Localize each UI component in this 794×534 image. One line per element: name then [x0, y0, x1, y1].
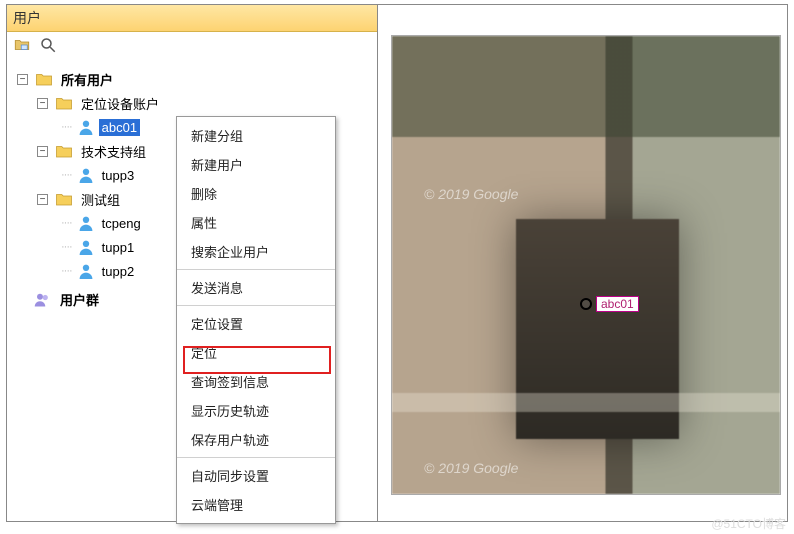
tree-connector: ····	[61, 241, 72, 253]
tree-label[interactable]: tupp1	[99, 239, 138, 256]
users-group-icon	[34, 291, 52, 307]
collapse-icon[interactable]: −	[17, 74, 28, 85]
menu-separator	[177, 269, 335, 270]
collapse-icon[interactable]: −	[37, 194, 48, 205]
folder-icon	[35, 71, 53, 87]
menu-search-ent[interactable]: 搜索企业用户	[177, 237, 335, 266]
collapse-icon[interactable]: −	[37, 146, 48, 157]
user-icon	[78, 239, 94, 255]
menu-save-track[interactable]: 保存用户轨迹	[177, 425, 335, 454]
tree-connector: ····	[61, 265, 72, 277]
panel-title: 用户	[7, 5, 377, 32]
marker-dot-icon	[580, 298, 592, 310]
tree-label[interactable]: 测试组	[78, 189, 123, 210]
toolbar-folder-icon[interactable]	[13, 36, 31, 57]
tree-label[interactable]: tcpeng	[99, 215, 144, 232]
page-watermark: @51CTO博客	[711, 515, 786, 532]
menu-locate[interactable]: 定位	[177, 338, 335, 367]
search-icon[interactable]	[39, 36, 57, 57]
menu-properties[interactable]: 属性	[177, 208, 335, 237]
map-view[interactable]: © 2019 Google © 2019 Google abc01	[391, 35, 781, 495]
folder-icon	[55, 143, 73, 159]
marker-label: abc01	[596, 296, 639, 312]
user-icon	[78, 119, 94, 135]
menu-separator	[177, 305, 335, 306]
tree-label[interactable]: abc01	[99, 119, 140, 136]
tree-connector: ····	[61, 121, 72, 133]
tree-label[interactable]: 所有用户	[58, 69, 116, 90]
tree-label[interactable]: tupp2	[99, 263, 138, 280]
tree-label[interactable]: 定位设备账户	[78, 93, 162, 114]
menu-query-checkin[interactable]: 查询签到信息	[177, 367, 335, 396]
user-context-menu: 新建分组 新建用户 删除 属性 搜索企业用户 发送消息 定位设置 定位 查询签到…	[176, 116, 336, 524]
menu-new-group[interactable]: 新建分组	[177, 121, 335, 150]
menu-show-history[interactable]: 显示历史轨迹	[177, 396, 335, 425]
menu-separator	[177, 457, 335, 458]
folder-icon	[55, 191, 73, 207]
collapse-icon[interactable]: −	[37, 98, 48, 109]
menu-delete[interactable]: 删除	[177, 179, 335, 208]
menu-new-user[interactable]: 新建用户	[177, 150, 335, 179]
folder-icon	[55, 95, 73, 111]
menu-cloud-mgmt[interactable]: 云端管理	[177, 490, 335, 519]
user-icon	[78, 263, 94, 279]
user-icon	[78, 167, 94, 183]
tree-group-locate-device[interactable]: − 定位设备账户	[37, 91, 375, 115]
tree-connector: ····	[61, 169, 72, 181]
tree-label[interactable]: 技术支持组	[78, 141, 149, 162]
map-marker-abc01[interactable]: abc01	[580, 296, 639, 312]
tree-connector: ····	[61, 217, 72, 229]
menu-send-msg[interactable]: 发送消息	[177, 273, 335, 302]
tree-label[interactable]: 用户群	[57, 289, 102, 310]
map-imagery	[392, 36, 780, 494]
tree-root-all-users[interactable]: − 所有用户	[17, 67, 375, 91]
tree-label[interactable]: tupp3	[99, 167, 138, 184]
user-icon	[78, 215, 94, 231]
menu-auto-sync[interactable]: 自动同步设置	[177, 461, 335, 490]
menu-locate-cfg[interactable]: 定位设置	[177, 309, 335, 338]
panel-toolbar	[7, 32, 377, 61]
